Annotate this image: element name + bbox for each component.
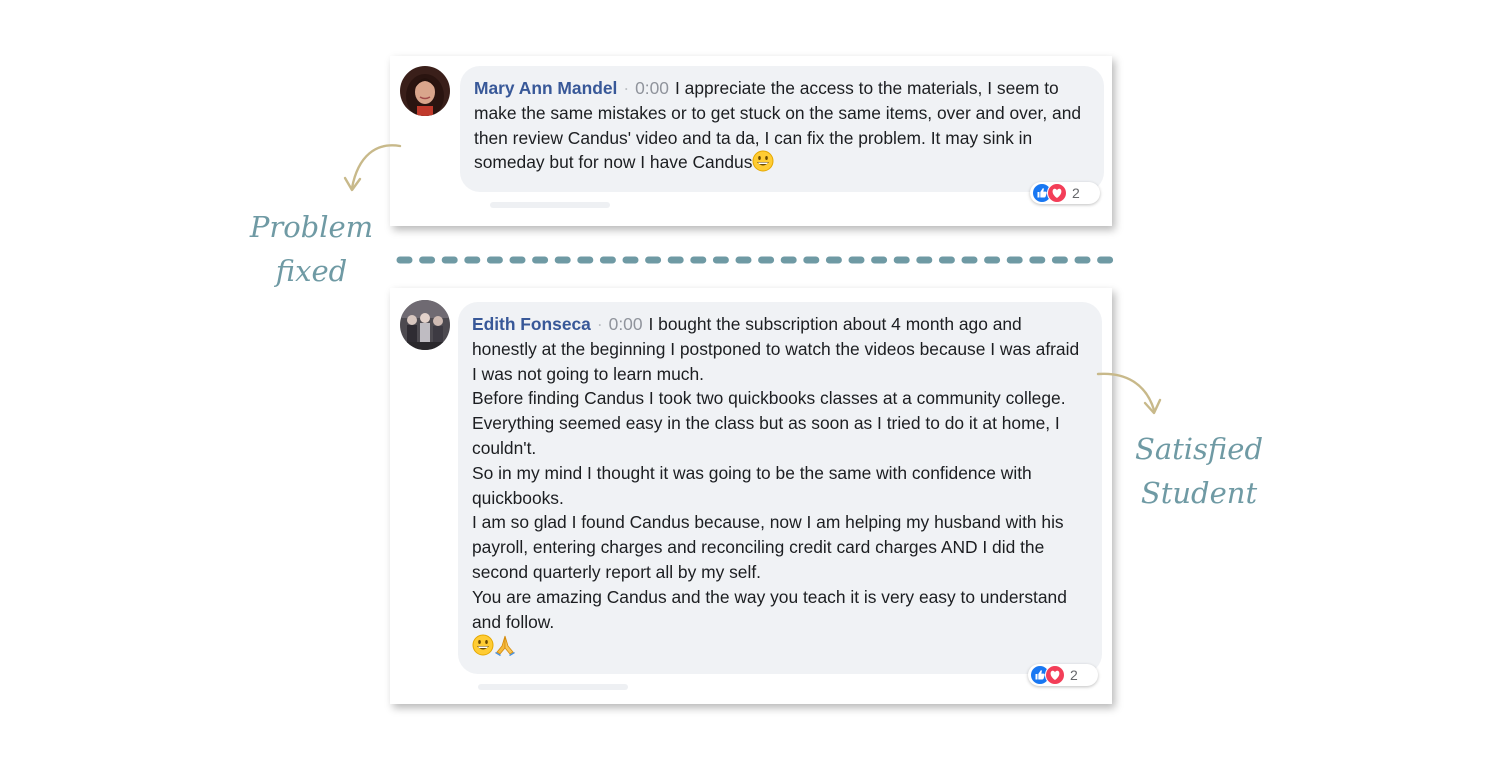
annotation-problem-fixed: Problem fixed: [244, 205, 379, 293]
comment-paragraph: I am so glad I found Candus because, now…: [472, 512, 1064, 582]
comment-paragraph: Edith Fonseca · 0:00 I bought the subscript…: [472, 312, 1086, 386]
annotation-line: Student: [1140, 476, 1258, 510]
reaction-count: 2: [1072, 185, 1080, 201]
curved-arrow-icon: [1096, 372, 1162, 415]
comment-timestamp[interactable]: 0:00: [609, 314, 643, 334]
dotted-divider: [396, 256, 1122, 264]
action-links-placeholder: [478, 684, 628, 690]
love-icon: [1047, 183, 1067, 203]
comment-bubble: Mary Ann Mandel · 0:00 I appreciate the acc…: [460, 66, 1104, 192]
comment-bubble: Edith Fonseca · 0:00 I bought the subscript…: [458, 302, 1102, 674]
annotation-line: Problem: [249, 210, 374, 244]
annotation-line: Satisfied: [1134, 432, 1264, 466]
grinning-face-emoji: [472, 634, 494, 656]
comment-card: Mary Ann Mandel · 0:00 I appreciate the acc…: [390, 56, 1112, 226]
reactions-summary[interactable]: 2: [1028, 664, 1098, 686]
reactions-summary[interactable]: 2: [1030, 182, 1100, 204]
avatar[interactable]: [400, 300, 450, 350]
curved-arrow-icon: [343, 144, 402, 192]
annotation-line: fixed: [275, 254, 348, 288]
comment-timestamp[interactable]: 0:00: [635, 78, 669, 98]
annotation-satisfied-student: Satisfied Student: [1124, 427, 1274, 515]
comment-author[interactable]: Mary Ann Mandel: [474, 78, 617, 98]
action-links-placeholder: [490, 202, 610, 208]
emoji-line: [472, 634, 1086, 659]
separator-dot: ·: [623, 78, 630, 98]
love-icon: [1045, 665, 1065, 685]
comment-author[interactable]: Edith Fonseca: [472, 314, 591, 334]
comment-paragraph: Before finding Candus I took two quickbo…: [472, 388, 1066, 458]
grinning-face-emoji: [752, 150, 774, 172]
comment-card: Edith Fonseca · 0:00 I bought the subscript…: [390, 288, 1112, 704]
comment-paragraph: So in my mind I thought it was going to …: [472, 462, 1032, 508]
avatar[interactable]: [400, 66, 450, 116]
comment-paragraph: You are amazing Candus and the way you t…: [472, 586, 1067, 632]
folded-hands-emoji: [495, 636, 515, 657]
reaction-count: 2: [1070, 667, 1078, 683]
separator-dot: ·: [596, 314, 603, 334]
